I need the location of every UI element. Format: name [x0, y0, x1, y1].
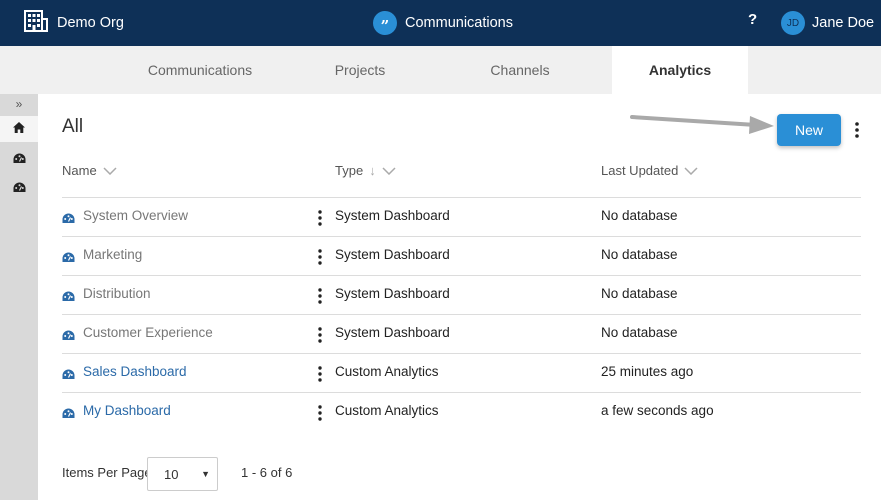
- dashboard-icon: [13, 151, 26, 169]
- row-more-options-icon[interactable]: [317, 364, 323, 384]
- app-name: Communications: [405, 15, 513, 31]
- dashboard-name-link[interactable]: System Overview: [83, 208, 188, 223]
- dashboard-type: System Dashboard: [335, 247, 450, 262]
- chevron-down-icon: [684, 166, 698, 175]
- last-updated: a few seconds ago: [601, 403, 714, 418]
- last-updated: No database: [601, 247, 678, 262]
- quote-icon: ”: [373, 11, 397, 35]
- tab-channels[interactable]: Channels: [444, 46, 596, 94]
- dashboard-icon: [62, 289, 75, 307]
- caret-down-icon: ▼: [201, 469, 210, 479]
- dashboard-icon: [62, 250, 75, 268]
- column-header-label: Last Updated: [601, 163, 679, 178]
- dashboard-type: Custom Analytics: [335, 403, 439, 418]
- sidebar-item-dashboard-1[interactable]: [0, 147, 38, 173]
- dashboard-name-link[interactable]: Customer Experience: [83, 325, 213, 340]
- last-updated: No database: [601, 286, 678, 301]
- user-name: Jane Doe: [812, 15, 875, 31]
- column-header-type[interactable]: Type ↓: [335, 163, 396, 178]
- sidebar-item-home[interactable]: [0, 116, 38, 142]
- chevron-down-icon: [103, 166, 117, 175]
- sidebar-item-dashboard-2[interactable]: [0, 176, 38, 202]
- user-menu[interactable]: JD Jane Doe: [781, 0, 874, 46]
- dashboard-name-link[interactable]: Marketing: [83, 247, 142, 262]
- last-updated: No database: [601, 208, 678, 223]
- column-header-label: Type: [335, 163, 364, 178]
- tab-projects[interactable]: Projects: [284, 46, 436, 94]
- dashboard-icon: [13, 180, 26, 198]
- sort-descending-icon: ↓: [369, 163, 376, 178]
- top-bar: Demo Org ” Communications ? JD Jane Doe: [0, 0, 881, 46]
- table-row[interactable]: My Dashboard Custom Analytics a few second…: [62, 392, 861, 431]
- org-name: Demo Org: [57, 15, 124, 31]
- dashboard-name-link[interactable]: Distribution: [83, 286, 151, 301]
- table-row[interactable]: System Overview System Dashboard No databa…: [62, 197, 861, 236]
- dashboard-icon: [62, 367, 75, 385]
- column-header-name[interactable]: Name: [62, 163, 117, 178]
- dashboard-type: System Dashboard: [335, 286, 450, 301]
- row-more-options-icon[interactable]: [317, 286, 323, 306]
- building-icon: [24, 9, 48, 37]
- dashboard-icon: [62, 328, 75, 346]
- table-row[interactable]: Marketing System Dashboard No database: [62, 236, 861, 275]
- dashboard-name-link[interactable]: Sales Dashboard: [83, 364, 187, 379]
- app-switcher[interactable]: ” Communications: [373, 0, 513, 46]
- chevron-down-icon: [382, 166, 396, 175]
- help-icon[interactable]: ?: [748, 11, 757, 28]
- table-row[interactable]: Distribution System Dashboard No database: [62, 275, 861, 314]
- more-options-icon[interactable]: [852, 120, 862, 140]
- last-updated: 25 minutes ago: [601, 364, 694, 379]
- new-button[interactable]: New: [777, 114, 841, 146]
- row-more-options-icon[interactable]: [317, 208, 323, 228]
- avatar: JD: [781, 11, 805, 35]
- home-icon: [13, 120, 25, 138]
- dashboard-icon: [62, 406, 75, 424]
- sidebar: »: [0, 94, 38, 500]
- pagination-range: 1 - 6 of 6: [241, 465, 293, 480]
- row-more-options-icon[interactable]: [317, 403, 323, 423]
- row-more-options-icon[interactable]: [317, 247, 323, 267]
- items-per-page-select[interactable]: 10 ▼: [147, 457, 218, 491]
- dashboard-type: Custom Analytics: [335, 364, 439, 379]
- org-switcher[interactable]: Demo Org: [24, 0, 124, 46]
- items-per-page-label: Items Per Page: [62, 465, 152, 480]
- page-title: All: [62, 116, 84, 137]
- items-per-page-value: 10: [164, 467, 179, 482]
- tab-bar: Communications Projects Channels Analyti…: [0, 46, 881, 94]
- dashboard-type: System Dashboard: [335, 208, 450, 223]
- tab-communications[interactable]: Communications: [124, 46, 276, 94]
- row-more-options-icon[interactable]: [317, 325, 323, 345]
- expand-sidebar-icon[interactable]: »: [0, 94, 38, 114]
- column-header-last-updated[interactable]: Last Updated: [601, 163, 698, 178]
- pointer-arrow-icon: [630, 115, 774, 134]
- table-row[interactable]: Sales Dashboard Custom Analytics 25 minute…: [62, 353, 861, 392]
- column-header-label: Name: [62, 163, 97, 178]
- tab-analytics[interactable]: Analytics: [612, 46, 748, 94]
- table-row[interactable]: Customer Experience System Dashboard No da…: [62, 314, 861, 353]
- last-updated: No database: [601, 325, 678, 340]
- dashboard-name-link[interactable]: My Dashboard: [83, 403, 171, 418]
- dashboard-type: System Dashboard: [335, 325, 450, 340]
- dashboard-icon: [62, 211, 75, 229]
